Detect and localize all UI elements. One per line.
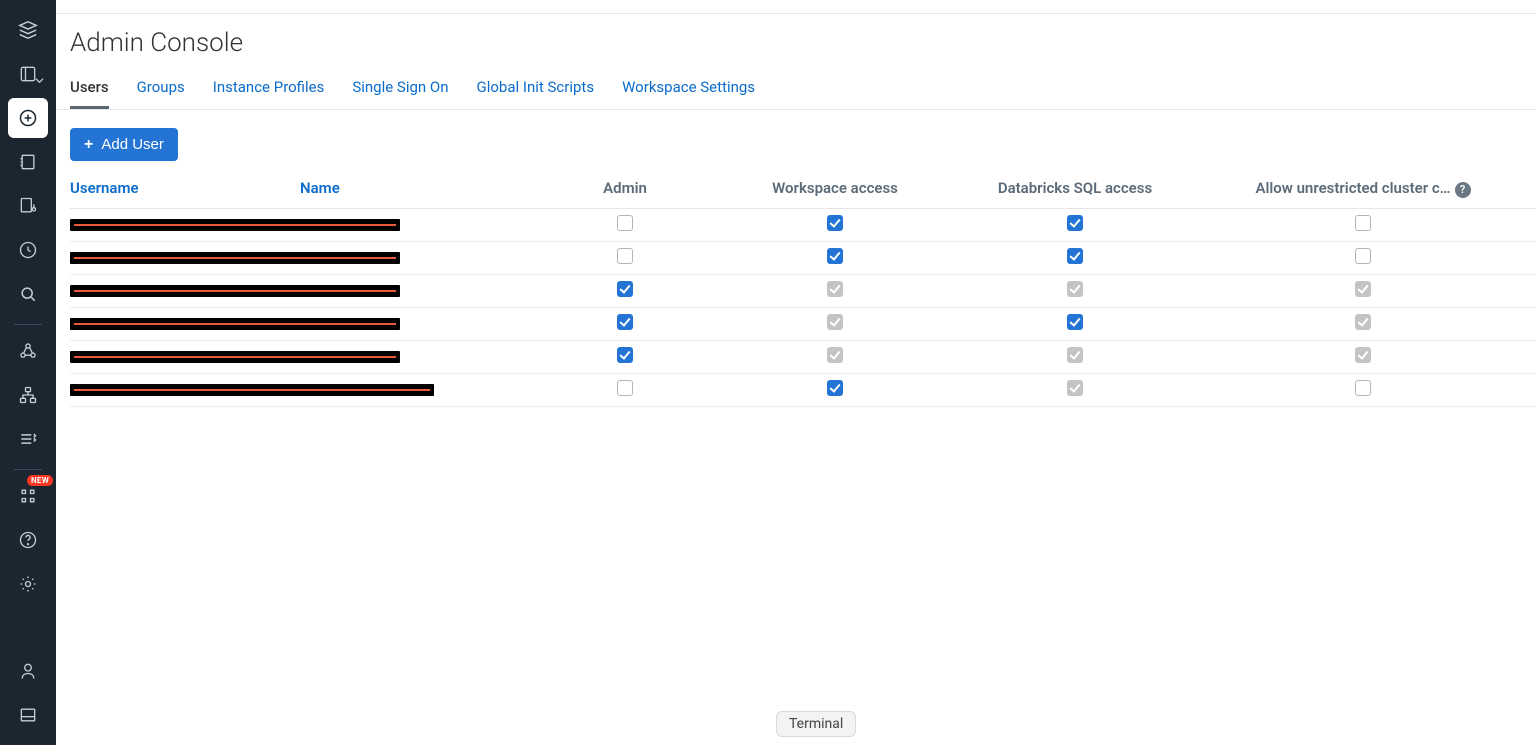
users-table: UsernameNameAdminWorkspace accessDatabri… xyxy=(70,171,1536,407)
create-icon[interactable] xyxy=(8,98,48,138)
sql-checkbox xyxy=(1067,347,1083,363)
tab-workspace-settings[interactable]: Workspace Settings xyxy=(622,70,755,109)
table-row xyxy=(70,274,1536,307)
col-sql: Databricks SQL access xyxy=(960,171,1200,208)
admin-checkbox[interactable] xyxy=(617,347,633,363)
tab-groups[interactable]: Groups xyxy=(137,70,185,109)
cluster-checkbox xyxy=(1355,347,1371,363)
tab-instance-profiles[interactable]: Instance Profiles xyxy=(213,70,325,109)
compute-icon[interactable] xyxy=(8,331,48,371)
terminal-label: Terminal xyxy=(789,716,843,732)
tab-bar: Users Groups Instance Profiles Single Sign … xyxy=(56,70,1536,110)
settings-icon[interactable] xyxy=(8,564,48,604)
sidebar: NEW xyxy=(0,0,56,745)
table-row xyxy=(70,208,1536,241)
git-icon[interactable] xyxy=(8,186,48,226)
admin-checkbox[interactable] xyxy=(617,314,633,330)
admin-checkbox[interactable] xyxy=(617,281,633,297)
workspace-checkbox xyxy=(827,281,843,297)
top-border xyxy=(56,0,1536,14)
cluster-checkbox xyxy=(1355,314,1371,330)
workspace-checkbox[interactable] xyxy=(827,380,843,396)
sql-checkbox xyxy=(1067,380,1083,396)
tab-single-sign-on[interactable]: Single Sign On xyxy=(352,70,448,109)
sidebar-divider xyxy=(14,324,42,325)
col-admin: Admin xyxy=(540,171,720,208)
page-title: Admin Console xyxy=(56,14,1536,70)
add-user-button[interactable]: + Add User xyxy=(70,128,178,161)
jobs-icon[interactable] xyxy=(8,419,48,459)
sql-checkbox xyxy=(1067,281,1083,297)
help-icon[interactable]: ? xyxy=(1455,182,1471,198)
table-row xyxy=(70,241,1536,274)
workspace-checkbox[interactable] xyxy=(827,215,843,231)
table-row xyxy=(70,307,1536,340)
plus-icon: + xyxy=(84,137,93,153)
new-badge: NEW xyxy=(27,475,53,486)
sql-checkbox[interactable] xyxy=(1067,215,1083,231)
cluster-checkbox xyxy=(1355,281,1371,297)
recents-icon[interactable] xyxy=(8,230,48,270)
sql-checkbox[interactable] xyxy=(1067,248,1083,264)
panel-icon[interactable] xyxy=(8,695,48,735)
sidebar-divider-2 xyxy=(14,469,42,470)
table-row xyxy=(70,340,1536,373)
main-content: Admin Console Users Groups Instance Profil… xyxy=(56,0,1536,745)
toolbar: + Add User xyxy=(56,110,1536,171)
table-row xyxy=(70,373,1536,406)
admin-checkbox[interactable] xyxy=(617,248,633,264)
cluster-checkbox[interactable] xyxy=(1355,248,1371,264)
redacted-user xyxy=(70,318,400,330)
col-cluster: Allow unrestricted cluster c…? xyxy=(1200,171,1536,208)
workspace-checkbox xyxy=(827,314,843,330)
col-workspace: Workspace access xyxy=(720,171,960,208)
ml-icon[interactable]: NEW xyxy=(8,476,48,516)
users-table-wrap: UsernameNameAdminWorkspace accessDatabri… xyxy=(56,171,1536,745)
tab-global-init-scripts[interactable]: Global Init Scripts xyxy=(477,70,595,109)
data-icon[interactable] xyxy=(8,54,48,94)
search-icon[interactable] xyxy=(8,274,48,314)
user-icon[interactable] xyxy=(8,651,48,691)
redacted-user xyxy=(70,219,400,231)
sql-checkbox[interactable] xyxy=(1067,314,1083,330)
col-name[interactable]: Name xyxy=(300,171,540,208)
cluster-checkbox[interactable] xyxy=(1355,380,1371,396)
workspace-checkbox xyxy=(827,347,843,363)
redacted-user xyxy=(70,252,400,264)
admin-checkbox[interactable] xyxy=(617,215,633,231)
add-user-label: Add User xyxy=(101,136,164,153)
cluster-checkbox[interactable] xyxy=(1355,215,1371,231)
redacted-user xyxy=(70,384,434,396)
help-icon[interactable] xyxy=(8,520,48,560)
admin-checkbox[interactable] xyxy=(617,380,633,396)
workflows-icon[interactable] xyxy=(8,375,48,415)
notebook-icon[interactable] xyxy=(8,142,48,182)
workspace-checkbox[interactable] xyxy=(827,248,843,264)
redacted-user xyxy=(70,285,400,297)
col-username[interactable]: Username xyxy=(70,171,300,208)
tab-users[interactable]: Users xyxy=(70,70,109,109)
redacted-user xyxy=(70,351,400,363)
terminal-pill[interactable]: Terminal xyxy=(776,711,856,737)
logo-icon[interactable] xyxy=(8,10,48,50)
